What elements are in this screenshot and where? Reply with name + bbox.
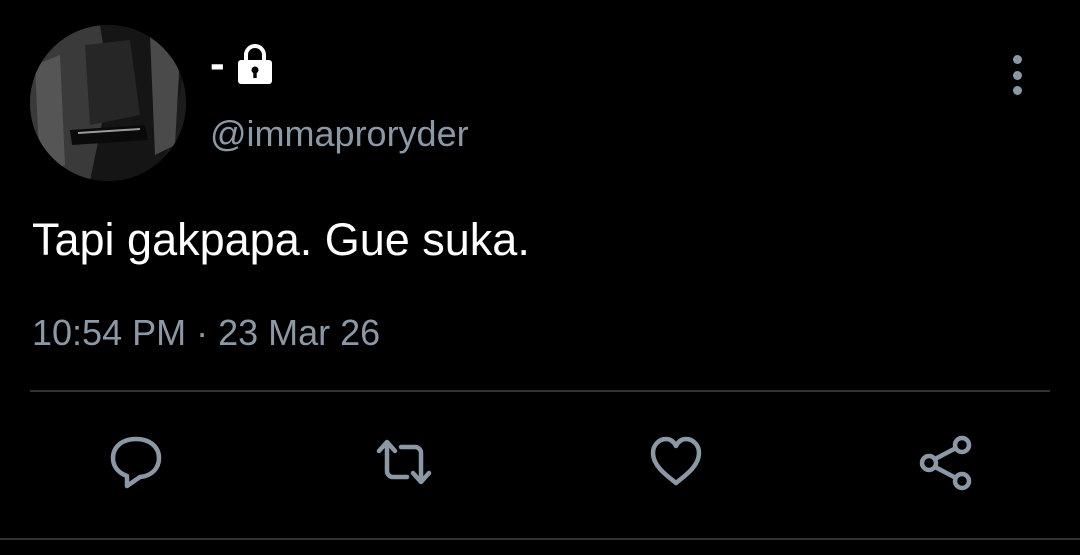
tweet: - @immaproryder Tapi gakpapa. Gue suka. … [0,0,1080,555]
reply-button[interactable] [104,430,168,494]
more-vertical-icon-dot [1012,70,1022,80]
retweet-button[interactable] [372,430,436,494]
tweet-text: Tapi gakpapa. Gue suka. [32,214,530,265]
lock-icon [235,43,275,85]
action-bar [0,430,1080,500]
share-button[interactable] [914,430,978,494]
more-vertical-icon-dot [1012,86,1022,95]
reply-icon [110,436,162,489]
avatar-image [30,25,186,181]
tweet-timestamp[interactable]: 10:54 PM · 23 Mar 26 [32,310,380,356]
like-button[interactable] [644,430,708,494]
share-icon [919,435,972,491]
more-options-button[interactable] [1002,55,1032,95]
user-handle[interactable]: @immaproryder [210,112,469,156]
display-name[interactable]: - [210,40,275,88]
divider [30,390,1050,392]
heart-icon [650,436,702,486]
retweet-icon [376,439,432,485]
bottom-divider [0,538,1080,540]
display-name-text: - [210,39,225,88]
avatar[interactable] [30,25,186,181]
more-vertical-icon-dot [1012,55,1022,64]
